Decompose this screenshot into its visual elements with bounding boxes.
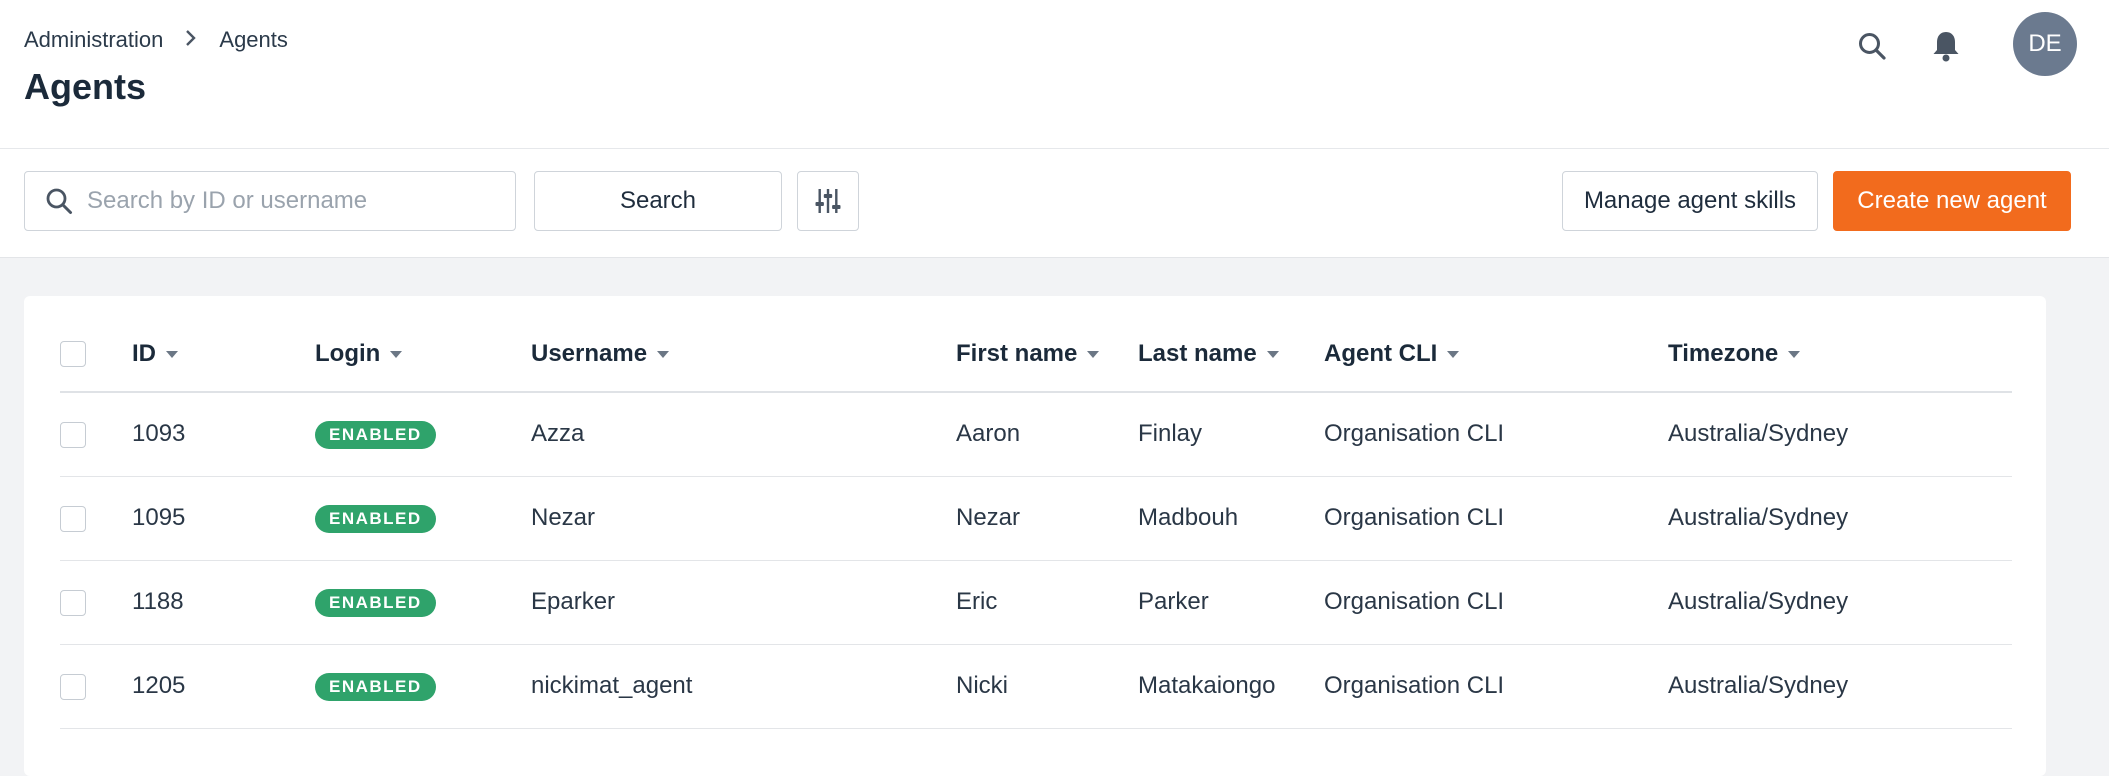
- cell-id: 1188: [132, 588, 184, 615]
- cell-username: nickimat_agent: [531, 672, 693, 699]
- cell-username: Eparker: [531, 588, 616, 615]
- status-badge: ENABLED: [315, 589, 436, 617]
- row-checkbox[interactable]: [60, 673, 86, 700]
- avatar[interactable]: DE: [2013, 12, 2077, 76]
- cell-agent-cli: Organisation CLI: [1324, 588, 1505, 615]
- filter-settings-button[interactable]: [797, 171, 859, 231]
- agents-table: ID Login Username First name Last name A…: [60, 316, 2012, 729]
- column-header-username[interactable]: Username: [531, 316, 956, 392]
- cell-id: 1093: [132, 420, 186, 448]
- column-header-first-name[interactable]: First name: [956, 316, 1138, 392]
- search-icon: [45, 187, 73, 215]
- sliders-icon: [813, 186, 843, 216]
- cell-id: 1205: [132, 672, 186, 699]
- status-badge: ENABLED: [315, 505, 436, 533]
- cell-first-name: Eric: [956, 588, 998, 615]
- column-header-agent-cli[interactable]: Agent CLI: [1324, 316, 1668, 392]
- sort-caret-icon: [657, 350, 670, 358]
- sort-caret-icon: [1788, 350, 1801, 358]
- column-header-last-name[interactable]: Last name: [1138, 316, 1324, 392]
- table-row[interactable]: 1188 ENABLED Eparker Eric Parker Organis…: [60, 560, 2012, 644]
- cell-timezone: Australia/Sydney: [1668, 672, 1849, 699]
- table-row[interactable]: 1093 ENABLED Azza Aaron Finlay Organisat…: [60, 392, 2012, 476]
- cell-last-name: Finlay: [1138, 420, 1203, 448]
- cell-timezone: Australia/Sydney: [1668, 588, 1849, 615]
- table-row[interactable]: 1095 ENABLED Nezar Nezar Madbouh Organis…: [60, 476, 2012, 560]
- cell-agent-cli: Organisation CLI: [1324, 504, 1505, 531]
- cell-last-name: Madbouh: [1138, 504, 1239, 531]
- row-checkbox[interactable]: [60, 589, 86, 616]
- manage-agent-skills-button[interactable]: Manage agent skills: [1562, 171, 1818, 231]
- status-badge: ENABLED: [315, 421, 436, 450]
- sort-caret-icon: [1087, 350, 1100, 358]
- sort-caret-icon: [166, 350, 178, 358]
- bell-icon[interactable]: [1926, 26, 1966, 66]
- breadcrumb-agents: Agents: [219, 27, 288, 52]
- search-field[interactable]: [24, 171, 516, 231]
- cell-timezone: Australia/Sydney: [1668, 504, 1849, 531]
- cell-first-name: Nicki: [956, 672, 1008, 699]
- sort-caret-icon: [390, 350, 403, 358]
- sort-caret-icon: [1447, 350, 1460, 358]
- search-input[interactable]: [85, 186, 509, 216]
- cell-last-name: Matakaiongo: [1138, 672, 1276, 699]
- cell-first-name: Nezar: [956, 504, 1021, 531]
- toolbar: Search Manage agent skills Create new ag…: [0, 149, 2109, 258]
- column-header-login[interactable]: Login: [315, 316, 531, 392]
- select-all-checkbox[interactable]: [60, 341, 86, 368]
- table-header-row: ID Login Username First name Last name A…: [60, 316, 2012, 392]
- top-header: Administration Agents Agents DE: [0, 0, 2109, 149]
- cell-last-name: Parker: [1138, 588, 1209, 615]
- cell-username: Nezar: [531, 504, 596, 531]
- agents-table-card: ID Login Username First name Last name A…: [24, 296, 2046, 776]
- table-row[interactable]: 1205 ENABLED nickimat_agent Nicki Mataka…: [60, 644, 2012, 728]
- sort-caret-icon: [1266, 350, 1279, 358]
- row-checkbox[interactable]: [60, 505, 86, 532]
- cell-username: Azza: [531, 420, 585, 448]
- row-checkbox[interactable]: [60, 421, 86, 448]
- cell-timezone: Australia/Sydney: [1668, 420, 1849, 448]
- column-header-id[interactable]: ID: [132, 316, 315, 392]
- breadcrumb-administration[interactable]: Administration: [24, 27, 163, 53]
- cell-agent-cli: Organisation CLI: [1324, 420, 1505, 448]
- create-new-agent-button[interactable]: Create new agent: [1833, 171, 2071, 231]
- breadcrumb: Administration Agents: [24, 27, 288, 53]
- search-icon[interactable]: [1852, 26, 1892, 66]
- status-badge: ENABLED: [315, 673, 436, 701]
- cell-agent-cli: Organisation CLI: [1324, 672, 1505, 699]
- cell-first-name: Aaron: [956, 420, 1021, 448]
- cell-id: 1095: [132, 504, 186, 531]
- column-header-timezone[interactable]: Timezone: [1668, 316, 2012, 392]
- chevron-right-icon: [185, 27, 197, 53]
- search-button[interactable]: Search: [534, 171, 782, 231]
- page-title: Agents: [24, 66, 147, 107]
